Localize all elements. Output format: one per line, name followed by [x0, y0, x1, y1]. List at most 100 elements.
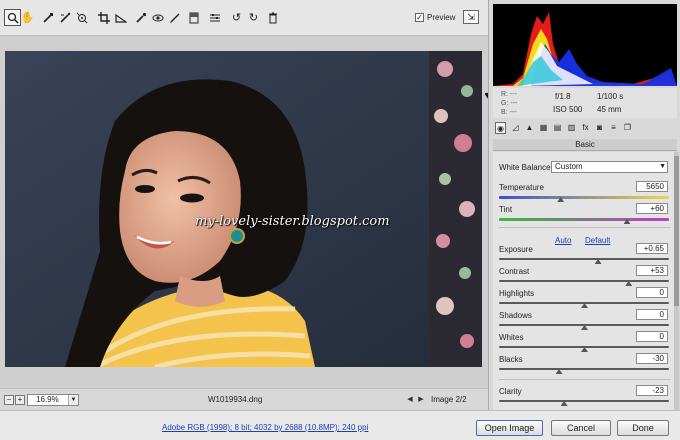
histogram [493, 4, 677, 86]
camera-calibration-tab-icon[interactable]: ◙ [594, 122, 605, 134]
preferences-icon[interactable] [207, 10, 222, 25]
photo-watermark: my-lovely-sister.blogspot.com [195, 214, 390, 229]
b-label: B: --- [501, 109, 517, 116]
whites-label: Whites [499, 333, 524, 342]
presets-tab-icon[interactable]: ≡ [608, 122, 619, 134]
iso-value: ISO 500 [553, 105, 583, 114]
preview-checkbox[interactable]: ✓ Preview [415, 13, 455, 22]
scrollbar-thumb[interactable] [674, 156, 679, 306]
image-canvas[interactable]: my-lovely-sister.blogspot.com [0, 36, 488, 388]
preview-check-icon[interactable]: ✓ [415, 13, 424, 22]
filename-label: W1019934.dng [208, 395, 263, 404]
white-balance-icon[interactable] [40, 10, 55, 25]
highlights-label: Highlights [499, 289, 535, 298]
next-image-button[interactable]: ▶ [416, 394, 426, 406]
preview-label: Preview [427, 13, 456, 22]
detail-tab-icon[interactable]: ▲ [524, 122, 535, 134]
highlights-value-input[interactable]: 0 [636, 287, 668, 298]
tint-label: Tint [499, 205, 513, 214]
section-divider [499, 379, 671, 380]
chevron-down-icon: ▼ [68, 395, 78, 405]
rotate-ccw-icon[interactable]: ↺ [229, 10, 244, 25]
blacks-label: Blacks [499, 355, 523, 364]
chevron-down-icon: ▼ [659, 163, 666, 170]
temperature-label: Temperature [499, 183, 544, 192]
zoom-icon[interactable] [4, 9, 21, 26]
whites-slider-track[interactable] [499, 346, 669, 348]
exposure-slider-track[interactable] [499, 258, 669, 260]
portrait-photo [5, 51, 482, 367]
r-label: R: --- [501, 91, 517, 98]
temperature-slider-track[interactable] [499, 196, 669, 199]
red-eye-icon[interactable] [150, 10, 165, 25]
blacks-value-input[interactable]: -30 [636, 353, 668, 364]
camera-info: R: --- G: --- B: --- f/1.8 1/100 s ISO 5… [493, 88, 677, 118]
cancel-button[interactable]: Cancel [551, 420, 611, 436]
lens-corrections-tab-icon[interactable]: ▥ [566, 122, 577, 134]
white-balance-label: White Balance: [499, 163, 553, 172]
hand-icon[interactable]: ✋ [20, 10, 35, 25]
workflow-options-link[interactable]: Adobe RGB (1998); 8 bit; 4032 by 2688 (1… [162, 423, 368, 432]
targeted-adjustment-icon[interactable] [74, 10, 89, 25]
done-button[interactable]: Done [617, 420, 669, 436]
toolbar: ✋ ↺ ↻ ✓ Preview ⇲ [0, 0, 488, 36]
highlights-slider-track[interactable] [499, 302, 669, 304]
panel-title: Basic [493, 139, 677, 151]
tone-curve-tab-icon[interactable]: ◿ [510, 122, 521, 134]
spot-removal-icon[interactable] [133, 10, 148, 25]
contrast-slider-track[interactable] [499, 280, 669, 282]
zoom-out-button[interactable]: − [4, 395, 14, 405]
rotate-cw-icon[interactable]: ↻ [246, 10, 261, 25]
blacks-slider-track[interactable] [499, 368, 669, 370]
trash-icon[interactable] [265, 10, 280, 25]
photo-preview[interactable]: my-lovely-sister.blogspot.com [5, 51, 482, 367]
exposure-label: Exposure [499, 245, 533, 254]
open-image-button[interactable]: Open Image [476, 420, 543, 436]
image-count-label: Image 2/2 [431, 395, 467, 404]
contrast-label: Contrast [499, 267, 530, 276]
temperature-value-input[interactable]: 5650 [636, 181, 668, 192]
color-sampler-icon[interactable] [57, 10, 72, 25]
white-balance-value: Custom [555, 162, 583, 171]
contrast-value-input[interactable]: +53 [636, 265, 668, 276]
tint-value-input[interactable]: +60 [636, 203, 668, 214]
graduated-filter-icon[interactable] [186, 10, 201, 25]
g-label: G: --- [501, 100, 518, 107]
clarity-value-input[interactable]: -23 [636, 385, 668, 396]
shutter-value: 1/100 s [597, 92, 624, 101]
panel-scrollbar[interactable] [674, 152, 679, 410]
crop-icon[interactable] [96, 10, 111, 25]
histogram-graph [493, 12, 677, 86]
adjustment-brush-icon[interactable] [167, 10, 182, 25]
clarity-slider-track[interactable] [499, 400, 669, 402]
focal-length-value: 45 mm [597, 105, 622, 114]
shadows-label: Shadows [499, 311, 532, 320]
shadows-value-input[interactable]: 0 [636, 309, 668, 320]
default-link[interactable]: Default [585, 236, 610, 245]
white-balance-select[interactable]: Custom ▼ [551, 161, 668, 173]
auto-link[interactable]: Auto [555, 236, 571, 245]
zoom-in-button[interactable]: + [15, 395, 25, 405]
dialog-bar: Adobe RGB (1998); 8 bit; 4032 by 2688 (1… [0, 410, 680, 440]
zoom-level-value: 16.9% [36, 395, 59, 404]
whites-value-input[interactable]: 0 [636, 331, 668, 342]
snapshots-tab-icon[interactable]: ❐ [622, 122, 633, 134]
section-divider [499, 227, 671, 228]
straighten-icon[interactable] [113, 10, 128, 25]
exposure-value-input[interactable]: +0.65 [636, 243, 668, 254]
effects-tab-icon[interactable]: fx [580, 122, 591, 134]
split-toning-tab-icon[interactable]: ▤ [552, 122, 563, 134]
hsl-tab-icon[interactable]: ▦ [538, 122, 549, 134]
shadows-slider-track[interactable] [499, 324, 669, 326]
clarity-label: Clarity [499, 387, 522, 396]
image-status-bar: − + 16.9% ▼ W1019934.dng ◀ ▶ Image 2/2 [0, 388, 488, 410]
aperture-value: f/1.8 [555, 92, 571, 101]
panel-tabs: ◉ ◿ ▲ ▦ ▤ ▥ fx ◙ ≡ ❐ [493, 121, 677, 137]
basic-tab-icon[interactable]: ◉ [495, 122, 506, 134]
basic-settings: White Balance: Custom ▼ Temperature 5650 T… [493, 152, 677, 410]
zoom-level-select[interactable]: 16.9% ▼ [27, 394, 79, 406]
tint-slider-track[interactable] [499, 218, 669, 221]
fullscreen-toggle-button[interactable]: ⇲ [463, 10, 479, 24]
previous-image-button[interactable]: ◀ [405, 394, 415, 406]
adjustment-panel: R: --- G: --- B: --- f/1.8 1/100 s ISO 5… [488, 0, 680, 410]
